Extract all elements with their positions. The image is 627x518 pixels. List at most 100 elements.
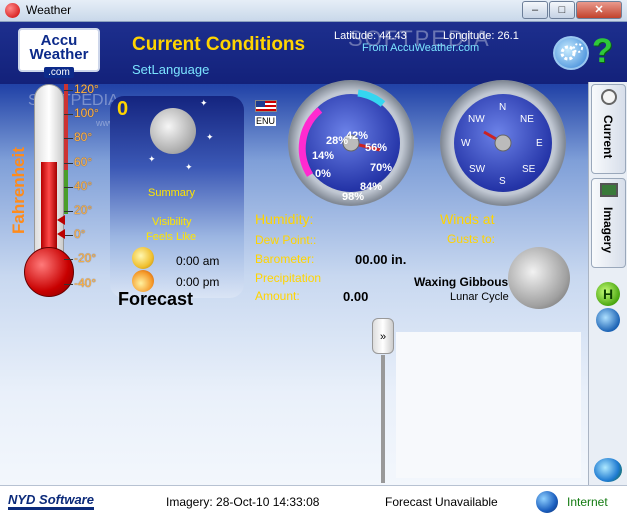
thermometer-scale-label: 40° (74, 178, 93, 193)
compass-label: S (499, 176, 506, 187)
hurricane-h-icon[interactable]: H (596, 282, 620, 306)
compass-label: NE (520, 114, 534, 125)
humidity-tick-label: 14% (312, 150, 335, 162)
barometer-label: Barometer: (255, 252, 315, 266)
monitor-icon (600, 183, 618, 197)
compass-label: W (461, 138, 471, 149)
star-icon: ✦ (206, 132, 214, 142)
maximize-button[interactable]: □ (549, 1, 575, 19)
set-language-link[interactable]: SetLanguage (132, 62, 209, 77)
thermometer-tick (64, 235, 73, 237)
globe-icon (536, 491, 558, 513)
thermometer-scale-label: 60° (74, 154, 93, 169)
thermometer-tick (64, 186, 73, 188)
weather-main-panel: SOFTPEDIA SOFTPEDIA www.softpedia.com Ac… (0, 22, 627, 485)
thermometer-bulb (24, 247, 74, 297)
star-icon: ✦ (200, 98, 208, 108)
forecast-button[interactable]: Forecast (118, 289, 193, 310)
current-temperature: 0 (117, 98, 129, 120)
thermometer-scale-label: 20° (74, 203, 93, 217)
thermometer-scale-label: 80° (74, 130, 93, 145)
language-code: ENU (255, 116, 277, 126)
thermometer-tick (64, 211, 73, 212)
side-tab-bar: Current Imagery H (588, 82, 627, 485)
latitude-readout: Latitude: 44.43 (334, 30, 407, 42)
thermometer-scale-label: 120° (74, 82, 99, 96)
accuweather-logo[interactable]: Accu Weather .com (18, 28, 100, 78)
visibility-label: Visibility (152, 216, 192, 228)
compass-label: E (536, 138, 543, 149)
tab-current[interactable]: Current (591, 84, 626, 174)
humidity-tick-label: 56% (365, 142, 388, 154)
thermometer-scale-label: 100° (74, 106, 99, 121)
title-bar: Weather – □ ✕ (0, 0, 627, 22)
summary-label: Summary (148, 187, 196, 199)
tab-imagery[interactable]: Imagery (591, 178, 626, 268)
star-icon: ✦ (148, 154, 156, 164)
precipitation-label: Precipitation (255, 271, 322, 285)
wind-compass: N NE E SE S SW W NW (440, 80, 566, 206)
page-title: Current Conditions (132, 34, 306, 55)
thermometer-tick (64, 259, 73, 261)
humidity-tick-label: 98% (342, 191, 365, 203)
humidity-gauge-arc (298, 89, 386, 177)
humidity-tick-label: 70% (370, 162, 393, 174)
sunrise-time: 0:00 am (176, 254, 220, 268)
close-button[interactable]: ✕ (576, 1, 622, 19)
imagery-timestamp: Imagery: 28-Oct-10 14:33:08 (166, 495, 320, 509)
temperature-marker-icon (57, 215, 65, 225)
thermometer-hot-zone (64, 84, 68, 170)
magnifier-icon (601, 89, 617, 105)
thermometer-tick (64, 90, 73, 91)
thermometer-scale-label: -20° (74, 251, 97, 266)
window-title: Weather (26, 3, 72, 17)
night-moon-icon (150, 108, 196, 154)
compass-label: SW (469, 164, 486, 175)
longitude-readout: Longitude: 26.1 (443, 30, 519, 42)
thermometer-tick (64, 138, 73, 140)
minimize-button[interactable]: – (522, 1, 548, 19)
thermometer-tick (64, 114, 73, 116)
wind-compass-needle (483, 130, 512, 152)
unit-label: Fahrenheit (9, 147, 28, 234)
language-flag-icon[interactable] (255, 100, 277, 112)
amount-label: Amount: (255, 289, 300, 303)
refresh-globe-icon[interactable] (594, 458, 622, 482)
thermometer-scale-label: 0° (74, 227, 86, 242)
dew-point-label: Dew Point:: (255, 233, 317, 247)
nyd-software-logo[interactable]: NYD Software (8, 492, 94, 510)
winds-at-label: Winds at (440, 211, 495, 227)
airplane-icon[interactable] (596, 308, 620, 332)
thermometer-scale-label: -40° (74, 275, 97, 290)
sunrise-icon (132, 247, 154, 269)
compass-label: N (499, 102, 507, 113)
thermometer-tick (64, 162, 73, 164)
connection-status: Internet (567, 495, 608, 509)
forecast-status: Forecast Unavailable (385, 495, 498, 509)
temperature-marker-icon (57, 229, 65, 239)
humidity-label: Humidity: (255, 211, 314, 227)
app-icon (5, 3, 20, 18)
lunar-cycle-label: Lunar Cycle (450, 291, 509, 303)
humidity-tick-label: 42% (346, 130, 369, 142)
thermometer-mild-zone (64, 170, 68, 214)
amount-value: 0.00 (343, 289, 369, 304)
compass-label: SE (522, 164, 536, 175)
status-bar: NYD Software Imagery: 28-Oct-10 14:33:08… (0, 485, 627, 518)
settings-gear-icon[interactable] (553, 36, 589, 70)
gusts-label: Gusts to: (447, 232, 496, 246)
star-icon: ✦ (185, 162, 193, 172)
help-icon[interactable]: ? (592, 34, 613, 68)
thermometer-tick (64, 283, 73, 285)
moon-phase-label: Waxing Gibbous (414, 275, 509, 289)
feels-like-label: Feels Like (146, 231, 197, 243)
panel-splitter[interactable] (381, 355, 385, 483)
expand-panel-button[interactable]: » (372, 318, 394, 354)
barometer-value: 00.00 in. (355, 252, 407, 267)
source-link[interactable]: From AccuWeather.com (362, 42, 479, 54)
moon-phase-icon (508, 247, 570, 309)
forecast-content-area (396, 332, 581, 478)
sunset-time: 0:00 pm (176, 275, 220, 289)
humidity-tick-label: 0% (315, 168, 331, 180)
humidity-tick-label: 28% (326, 135, 349, 147)
